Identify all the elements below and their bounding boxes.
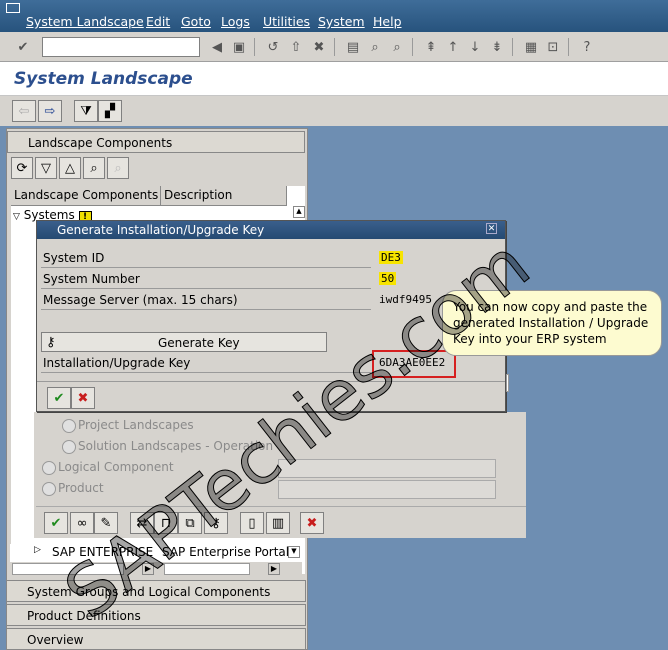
- cancel-x-icon[interactable]: ✖: [300, 512, 324, 534]
- find-icon[interactable]: ⌕: [366, 38, 384, 56]
- section-system-groups[interactable]: System Groups and Logical Components: [6, 580, 306, 602]
- application-toolbar: ⇦ ⇨ ⧩ ▞: [0, 96, 668, 126]
- system-number-label: System Number: [43, 272, 140, 286]
- section-product-definitions[interactable]: Product Definitions: [6, 604, 306, 626]
- edit-pencil-icon[interactable]: ✎: [94, 512, 118, 534]
- find-next-icon[interactable]: ⌕: [388, 38, 406, 56]
- delete-icon[interactable]: ▥: [266, 512, 290, 534]
- new-session-icon[interactable]: ▦: [522, 38, 540, 56]
- menu-help[interactable]: Help: [373, 14, 402, 29]
- radio-solution-landscapes[interactable]: [62, 440, 76, 454]
- back-arrow-icon[interactable]: ◀: [208, 38, 226, 56]
- radio-label: Solution Landscapes - Operation: [78, 439, 274, 453]
- info-callout: You can now copy and paste the generated…: [442, 290, 662, 356]
- column-header-description[interactable]: Description: [161, 186, 287, 206]
- save-icon[interactable]: ▣: [230, 38, 248, 56]
- close-icon[interactable]: ✕: [486, 223, 497, 234]
- cancel-icon[interactable]: ✖: [310, 38, 328, 56]
- next-page-icon[interactable]: ↓: [466, 38, 484, 56]
- radio-label: Logical Component: [58, 460, 174, 474]
- filter-icon[interactable]: ⧩: [74, 100, 98, 122]
- hierarchy-icon[interactable]: ▞: [98, 100, 122, 122]
- generate-key-button[interactable]: ⚷ Generate Key: [41, 332, 327, 352]
- system-id-label: System ID: [43, 251, 105, 265]
- radio-product[interactable]: [42, 482, 56, 496]
- key-icon: ⚷: [46, 335, 56, 350]
- menu-edit[interactable]: Edit: [146, 14, 170, 29]
- forward-nav-icon[interactable]: ⇨: [38, 100, 62, 122]
- install-key-label: Installation/Upgrade Key: [43, 356, 191, 370]
- print-icon[interactable]: ▤: [344, 38, 362, 56]
- radio-label: Project Landscapes: [78, 418, 194, 432]
- message-server-label: Message Server (max. 15 chars): [43, 293, 238, 307]
- system-id-value[interactable]: DE3: [379, 251, 403, 264]
- menu-logs[interactable]: Logs: [221, 14, 250, 29]
- collapse-icon[interactable]: △: [59, 157, 81, 179]
- shortcut-icon[interactable]: ⊡: [544, 38, 562, 56]
- horizontal-scrollbars[interactable]: ▶ ▶: [10, 562, 302, 578]
- radio-logical-component[interactable]: [42, 461, 56, 475]
- tree-row[interactable]: ▷ SAP ENTERPRISE SAP Enterprise Portal ▼: [10, 544, 302, 562]
- sap-logo-icon: [6, 3, 20, 13]
- menu-goto[interactable]: Goto: [181, 14, 211, 29]
- lock-icon[interactable]: ⊓: [154, 512, 178, 534]
- menu-system-landscape[interactable]: System Landscape: [26, 14, 144, 29]
- product-input[interactable]: [278, 480, 496, 499]
- section-overview[interactable]: Overview: [6, 628, 306, 650]
- message-server-value[interactable]: iwdf9495: [379, 293, 432, 306]
- transfer-icon[interactable]: ⇄: [130, 512, 154, 534]
- previous-page-icon[interactable]: ↑: [444, 38, 462, 56]
- expand-icon[interactable]: ▽: [35, 157, 57, 179]
- landscape-components-header[interactable]: Landscape Components: [7, 131, 305, 153]
- key-highlight-box: [372, 350, 456, 378]
- refresh-icon[interactable]: ⟳: [11, 157, 33, 179]
- back-nav-icon[interactable]: ⇦: [12, 100, 36, 122]
- menu-system[interactable]: System: [318, 14, 365, 29]
- copy-icon[interactable]: ⧉: [178, 512, 202, 534]
- dialog-confirm-icon[interactable]: ✔: [47, 387, 71, 409]
- back-icon[interactable]: ↺: [264, 38, 282, 56]
- scroll-up-icon[interactable]: ▲: [293, 206, 305, 218]
- system-number-value[interactable]: 50: [379, 272, 397, 285]
- last-page-icon[interactable]: ⇟: [488, 38, 506, 56]
- tree-toolbar: ⟳ ▽ △ ⌕ ⌕: [9, 157, 307, 181]
- confirm-icon[interactable]: ✔: [44, 512, 68, 534]
- dialog-title-bar[interactable]: Generate Installation/Upgrade Key ✕: [37, 221, 505, 239]
- title-bar: System Landscape: [0, 62, 668, 96]
- page-title: System Landscape: [14, 69, 193, 89]
- generate-key-dialog: Generate Installation/Upgrade Key ✕ Syst…: [36, 220, 506, 412]
- exit-icon[interactable]: ⇧: [287, 38, 305, 56]
- find-tree-icon[interactable]: ⌕: [83, 157, 105, 179]
- key-icon[interactable]: ⚷: [204, 512, 228, 534]
- help-icon[interactable]: ?: [578, 38, 596, 56]
- enter-check-icon[interactable]: ✔: [14, 38, 32, 56]
- logical-component-input[interactable]: [278, 459, 496, 478]
- glasses-icon[interactable]: ∞: [70, 512, 94, 534]
- radio-label: Product: [58, 481, 104, 495]
- column-header-components[interactable]: Landscape Components: [11, 186, 161, 206]
- radio-project-landscapes[interactable]: [62, 419, 76, 433]
- scroll-down-icon[interactable]: ▼: [288, 546, 300, 558]
- command-field[interactable]: [42, 37, 200, 57]
- dialog-cancel-icon[interactable]: ✖: [71, 387, 95, 409]
- form-action-bar: ✔ ∞ ✎ ⇄ ⊓ ⧉ ⚷ ▯ ▥ ✖: [36, 506, 526, 536]
- first-page-icon[interactable]: ⇞: [422, 38, 440, 56]
- find-next-tree-icon[interactable]: ⌕: [107, 157, 129, 179]
- new-document-icon[interactable]: ▯: [240, 512, 264, 534]
- menu-bar: System Landscape Edit Goto Logs Utilitie…: [0, 0, 668, 32]
- menu-utilities[interactable]: Utilities: [263, 14, 310, 29]
- standard-toolbar: ✔ ◀ ▣ ↺ ⇧ ✖ ▤ ⌕ ⌕ ⇞ ↑ ↓ ⇟ ▦ ⊡ ?: [0, 32, 668, 62]
